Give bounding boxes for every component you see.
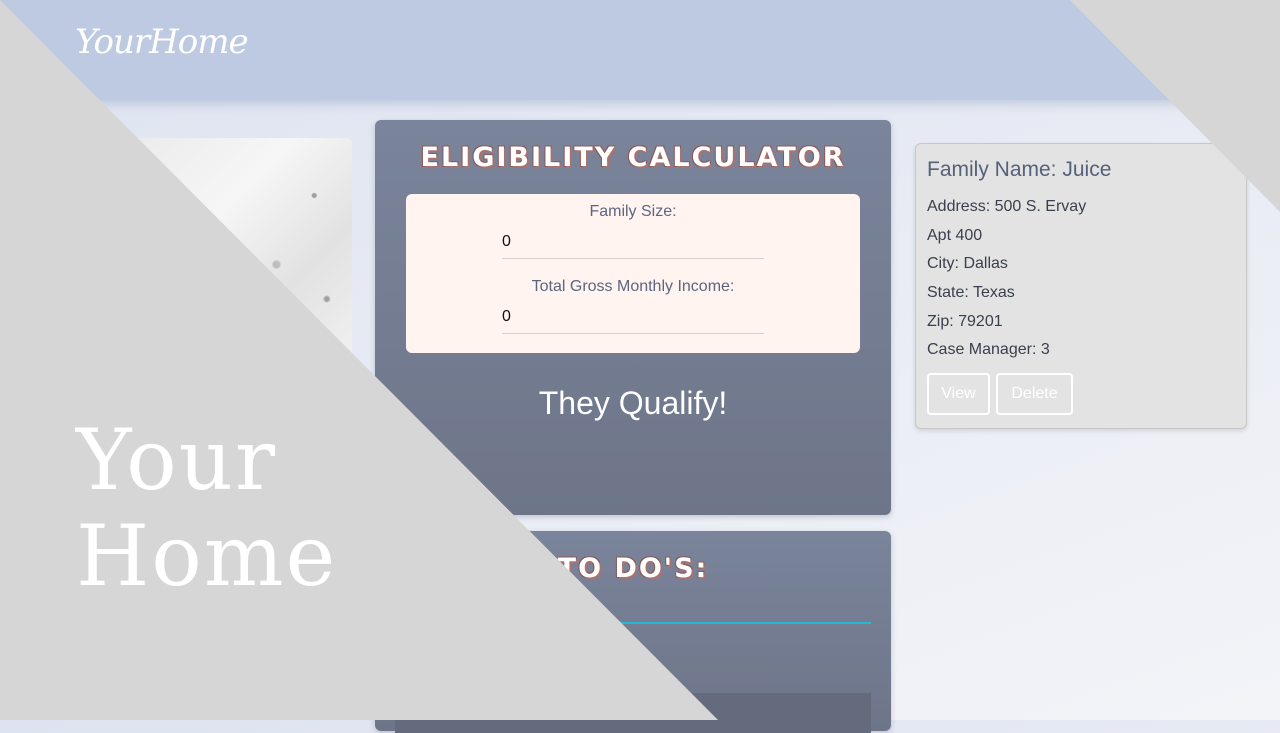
family-size-label: Family Size: [589, 203, 677, 220]
family-address: Address: 500 S. Ervay [927, 198, 1087, 215]
todos-divider [395, 622, 871, 624]
qualify-result: They Qualify! [538, 385, 728, 421]
family-zip: Zip: 79201 [927, 313, 1003, 330]
overlay-title-line1: Your [76, 411, 277, 509]
family-card: Family Name: Juice Address: 500 S. Ervay… [915, 143, 1247, 429]
calculator-title: ELIGIBILITY CALCULATOR [420, 142, 846, 173]
todos-card: TO DO'S: [375, 531, 891, 733]
family-city: City: Dallas [927, 255, 1008, 272]
marble-image [100, 138, 352, 368]
income-input[interactable] [502, 301, 764, 334]
overlay-title: Your Home [76, 412, 337, 604]
brand-logo[interactable]: YourHome [75, 22, 249, 62]
family-case-manager: Case Manager: 3 [927, 341, 1050, 358]
view-button[interactable]: View [927, 373, 990, 415]
family-size-input[interactable] [502, 226, 764, 259]
calculator-form: Family Size: Total Gross Monthly Income: [406, 194, 860, 353]
delete-button[interactable]: Delete [996, 373, 1073, 415]
todos-title: TO DO'S: [557, 553, 709, 584]
top-navbar: YourHome [0, 0, 1280, 100]
income-label: Total Gross Monthly Income: [531, 278, 735, 295]
eligibility-calculator-card: ELIGIBILITY CALCULATOR Family Size: Tota… [375, 120, 891, 515]
overlay-title-line2: Home [76, 507, 338, 605]
family-apt: Apt 400 [927, 227, 983, 244]
family-name: Family Name: Juice [927, 158, 1112, 181]
todos-input-strip[interactable] [395, 693, 871, 733]
family-state: State: Texas [927, 284, 1015, 301]
